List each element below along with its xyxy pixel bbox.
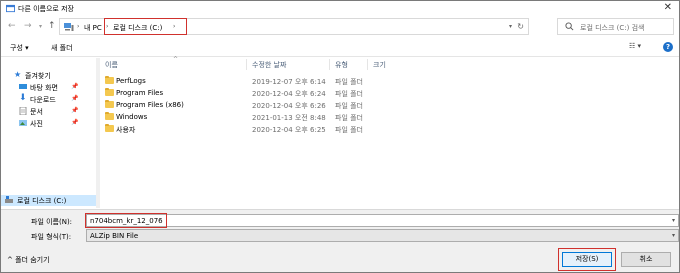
filetype-label: 파일 형식(T): (31, 233, 72, 241)
sort-ascending-icon: ^ (173, 56, 179, 63)
star-icon: ★ (14, 70, 22, 79)
address-row: ← → ▾ ↑ › 내 PC › 로컬 디스크 (C:) › ▾ ↻ 로컬 디스… (1, 16, 679, 38)
hide-folders-button[interactable]: ^ 폴더 숨기기 (7, 255, 50, 265)
search-box[interactable]: 로컬 디스크 (C:) 검색 (557, 18, 674, 35)
file-date: 2020-12-04 오후 6:24 (252, 90, 326, 98)
column-separator[interactable] (367, 59, 368, 70)
nav-item-label: 문서 (30, 108, 43, 116)
file-date: 2019-12-07 오후 6:14 (252, 78, 326, 86)
file-row[interactable]: 사용자 2020-12-04 오후 6:25 파일 폴더 (100, 123, 679, 135)
filetype-select[interactable]: ALZip BIN File ▾ (86, 229, 679, 242)
column-header-type[interactable]: 유형 (335, 60, 348, 70)
pin-icon[interactable]: 📌 (71, 107, 78, 114)
file-name: 사용자 (116, 126, 136, 134)
dialog-footer: ^ 폴더 숨기기 저장(S) 취소 (1, 245, 679, 272)
address-history-chevron-icon[interactable]: ▾ (509, 23, 512, 30)
file-type: 파일 폴더 (335, 126, 363, 134)
column-header-name[interactable]: 이름 (105, 60, 118, 70)
new-folder-button[interactable]: 새 폴더 (51, 43, 73, 53)
folder-icon (105, 76, 114, 84)
folder-icon (105, 124, 114, 132)
file-row[interactable]: Program Files (x86) 2020-12-04 오후 6:26 파… (100, 99, 679, 111)
nav-item-pictures[interactable]: 사진 📌 (1, 118, 96, 129)
cancel-button[interactable]: 취소 (621, 252, 671, 267)
nav-item-label: 즐겨찾기 (25, 72, 51, 80)
navigation-pane: ★ 즐겨찾기 바탕 화면 📌 ⬇ 다운로드 📌 문서 📌 사진 📌 로컬 디스크… (1, 58, 96, 209)
chevron-down-icon[interactable]: ▾ (672, 232, 675, 239)
dialog-title: 다른 이름으로 저장 (18, 5, 74, 13)
nav-item-label: 사진 (30, 120, 43, 128)
file-name: Program Files (116, 89, 164, 97)
column-separator[interactable] (329, 59, 330, 70)
pin-icon[interactable]: 📌 (71, 83, 78, 90)
this-pc-icon (64, 23, 74, 31)
folder-icon (105, 112, 114, 120)
filename-field[interactable]: n704bcm_kr_12_076 ▾ (86, 214, 679, 227)
save-button[interactable]: 저장(S) (562, 252, 612, 267)
save-fields-area: 파일 이름(N): n704bcm_kr_12_076 ▾ 파일 형식(T): … (1, 209, 679, 245)
drive-icon (5, 196, 13, 203)
file-date: 2020-12-04 오후 6:25 (252, 126, 326, 134)
nav-item-label: 다운로드 (30, 96, 56, 104)
desktop-icon (19, 84, 27, 89)
file-type: 파일 폴더 (335, 114, 363, 122)
pin-icon[interactable]: 📌 (71, 95, 78, 102)
search-icon (565, 22, 574, 31)
up-arrow-icon[interactable]: ↑ (48, 21, 56, 31)
dialog-app-icon (6, 4, 15, 13)
pin-icon[interactable]: 📌 (71, 119, 78, 126)
nav-item-documents[interactable]: 문서 📌 (1, 106, 96, 117)
nav-item-label: 바탕 화면 (30, 84, 58, 92)
document-icon (19, 107, 27, 115)
address-bar[interactable]: › 내 PC › 로컬 디스크 (C:) › ▾ ↻ (59, 18, 529, 35)
file-list: ^ 이름 수정한 날짜 유형 크기 PerfLogs 2019-12-07 오후… (100, 56, 679, 209)
filename-label: 파일 이름(N): (31, 218, 73, 226)
file-date: 2020-12-04 오후 6:26 (252, 102, 326, 110)
file-row[interactable]: Windows 2021-01-13 오전 8:48 파일 폴더 (100, 111, 679, 123)
organize-menu-button[interactable]: 구성 ▾ (10, 43, 29, 53)
file-name: PerfLogs (116, 77, 146, 85)
filetype-value: ALZip BIN File (90, 232, 139, 240)
recent-locations-chevron-icon[interactable]: ▾ (39, 23, 42, 30)
refresh-icon[interactable]: ↻ (517, 22, 524, 31)
view-options-icon[interactable]: ☷ ▾ (629, 42, 641, 50)
file-type: 파일 폴더 (335, 102, 363, 110)
file-name: Program Files (x86) (116, 101, 184, 109)
search-placeholder: 로컬 디스크 (C:) 검색 (580, 24, 645, 32)
breadcrumb-separator-icon[interactable]: › (77, 23, 79, 30)
file-type: 파일 폴더 (335, 90, 363, 98)
column-separator[interactable] (246, 59, 247, 70)
nav-item-local-disk[interactable]: 로컬 디스크 (C:) (1, 195, 96, 206)
nav-item-desktop[interactable]: 바탕 화면 📌 (1, 82, 96, 93)
file-date: 2021-01-13 오전 8:48 (252, 114, 326, 122)
save-as-dialog: 다른 이름으로 저장 ✕ ← → ▾ ↑ › 내 PC › 로컬 디스크 (C:… (0, 0, 680, 273)
forward-arrow-icon[interactable]: → (24, 21, 32, 31)
title-bar: 다른 이름으로 저장 ✕ (1, 1, 679, 16)
back-arrow-icon[interactable]: ← (8, 21, 16, 31)
breadcrumb-this-pc[interactable]: 내 PC (84, 23, 102, 33)
download-icon: ⬇ (19, 93, 27, 103)
close-icon[interactable]: ✕ (664, 2, 672, 13)
pictures-icon (19, 120, 27, 126)
column-header-size[interactable]: 크기 (373, 60, 386, 70)
nav-item-downloads[interactable]: ⬇ 다운로드 📌 (1, 93, 96, 105)
folder-icon (105, 88, 114, 96)
chevron-down-icon[interactable]: ▾ (672, 217, 675, 224)
filename-highlight-box (85, 213, 167, 228)
nav-item-label: 로컬 디스크 (C:) (17, 197, 67, 205)
file-row[interactable]: Program Files 2020-12-04 오후 6:24 파일 폴더 (100, 87, 679, 99)
toolbar: 구성 ▾ 새 폴더 ☷ ▾ ? (1, 39, 679, 57)
nav-item-quick-access[interactable]: ★ 즐겨찾기 (1, 70, 96, 81)
breadcrumb-highlight-box (104, 18, 187, 35)
file-type: 파일 폴더 (335, 78, 363, 86)
column-header-date-modified[interactable]: 수정한 날짜 (252, 60, 286, 70)
file-name: Windows (116, 113, 148, 121)
file-row[interactable]: PerfLogs 2019-12-07 오후 6:14 파일 폴더 (100, 75, 679, 87)
help-icon[interactable]: ? (663, 42, 673, 52)
folder-icon (105, 100, 114, 108)
